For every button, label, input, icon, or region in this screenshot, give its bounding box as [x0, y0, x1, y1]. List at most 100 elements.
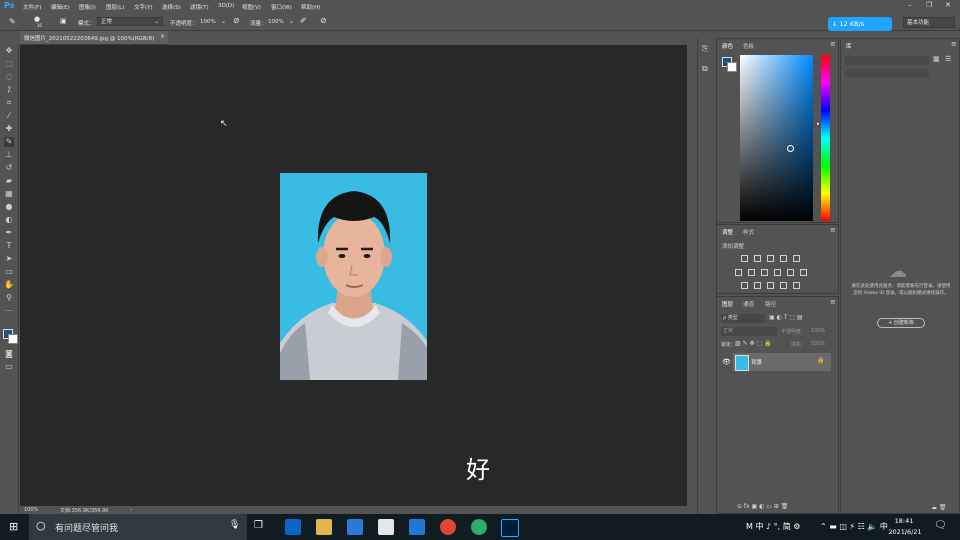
eraser-tool-icon[interactable]: ▰ — [4, 176, 14, 186]
tab-swatches[interactable]: 色板 — [743, 42, 754, 50]
quick-select-tool-icon[interactable]: ⁒ — [4, 85, 14, 95]
eye-icon[interactable]: 👁 — [722, 358, 731, 366]
lasso-tool-icon[interactable]: ◌ — [4, 72, 14, 82]
brush-preset-icon[interactable]: ● — [34, 15, 40, 23]
task-view-icon[interactable]: ❐ — [254, 520, 263, 531]
menu-image[interactable]: 图像(I) — [79, 3, 96, 11]
channel-mixer-icon[interactable] — [787, 269, 794, 276]
pressure-size-icon[interactable]: ⊘ — [320, 16, 327, 25]
menu-filter[interactable]: 滤镜(T) — [190, 3, 209, 11]
panel-menu-icon[interactable]: ≡ — [951, 40, 957, 48]
tab-styles[interactable]: 样式 — [743, 228, 754, 236]
edge-icon[interactable] — [285, 519, 301, 535]
create-library-button[interactable]: + 创建新库 — [877, 318, 925, 328]
document-tab[interactable]: 微信图片_20210522203649.jpg @ 100%(RGB/8) × — [20, 31, 168, 45]
grid-view-icon[interactable]: ▦ — [933, 55, 940, 63]
menu-edit[interactable]: 编辑(E) — [51, 3, 70, 11]
microphone-icon[interactable]: 🎙 — [229, 520, 240, 530]
photo-filter-icon[interactable] — [774, 269, 781, 276]
menu-layer[interactable]: 图层(L) — [106, 3, 124, 11]
file-explorer-icon[interactable] — [316, 519, 332, 535]
document-canvas[interactable]: ↖ — [20, 45, 687, 506]
panel-menu-icon[interactable]: ≡ — [830, 298, 836, 306]
layer-opacity-value[interactable]: 100% — [811, 328, 825, 334]
library-footer-icons[interactable]: ☁ 🗑 — [931, 504, 947, 511]
brush-panel-icon[interactable]: ▣ — [60, 17, 67, 25]
panel-menu-icon[interactable]: ≡ — [830, 40, 836, 48]
wechat-icon[interactable] — [471, 519, 487, 535]
status-menu-icon[interactable]: › — [130, 507, 132, 513]
hue-slider-handle[interactable]: ▸ — [817, 121, 820, 127]
chevron-down-icon[interactable]: ⌄ — [221, 18, 226, 25]
rectangle-tool-icon[interactable]: ▭ — [4, 267, 14, 277]
color-lookup-icon[interactable] — [800, 269, 807, 276]
menu-help[interactable]: 帮助(H) — [301, 3, 320, 11]
quick-mask-icon[interactable]: ◙ — [4, 349, 14, 359]
layer-row[interactable]: 背景 🔒 — [733, 353, 831, 371]
eyedropper-tool-icon[interactable]: ⁄ — [4, 111, 14, 121]
background-color-swatch[interactable] — [8, 334, 18, 344]
blur-tool-icon[interactable]: ● — [4, 202, 14, 212]
brush-tool-icon[interactable]: ✎ — [4, 137, 14, 147]
blend-mode-select[interactable]: 正常 — [721, 327, 777, 336]
color-field[interactable] — [740, 55, 813, 221]
notification-icon[interactable]: 🗨 — [934, 520, 947, 531]
hue-saturation-icon[interactable] — [735, 269, 742, 276]
opacity-value[interactable]: 100% — [200, 19, 216, 25]
system-tray-icons[interactable]: ⌃ ▬ ◫ ⚡ ☷ 🔈 中 — [820, 521, 888, 532]
tab-paths[interactable]: 路径 — [765, 300, 776, 308]
clock-date[interactable]: 2021/6/21 — [883, 528, 927, 536]
zoom-level[interactable]: 100% — [24, 507, 38, 513]
black-white-icon[interactable] — [761, 269, 768, 276]
list-view-icon[interactable]: ☰ — [945, 55, 951, 63]
more-tools-icon[interactable]: ⋯ — [4, 306, 14, 316]
path-select-tool-icon[interactable]: ➤ — [4, 254, 14, 264]
gradient-map-icon[interactable] — [793, 282, 800, 289]
color-balance-icon[interactable] — [748, 269, 755, 276]
move-tool-icon[interactable]: ✥ — [4, 46, 14, 56]
background-color-swatch[interactable] — [727, 62, 737, 72]
vibrance-icon[interactable] — [793, 255, 800, 262]
healing-brush-tool-icon[interactable]: ✚ — [4, 124, 14, 134]
invert-icon[interactable] — [741, 282, 748, 289]
menu-file[interactable]: 文件(F) — [23, 3, 41, 11]
panel-menu-icon[interactable]: ≡ — [830, 226, 836, 234]
history-brush-tool-icon[interactable]: ↺ — [4, 163, 14, 173]
library-select[interactable] — [845, 56, 929, 65]
menu-type[interactable]: 文字(Y) — [134, 3, 153, 11]
workspace-select[interactable]: 基本功能 — [903, 17, 955, 28]
ime-indicator[interactable]: M 中 ♪ °, 简 ⚙ — [746, 521, 800, 532]
flow-value[interactable]: 100% — [268, 19, 284, 25]
history-panel-icon[interactable]: ⎘ — [702, 44, 708, 54]
tab-adjustments[interactable]: 调整 — [722, 228, 733, 236]
clone-stamp-tool-icon[interactable]: ⊥ — [4, 150, 14, 160]
brush-tool-icon[interactable]: ✎ — [9, 17, 16, 26]
close-icon[interactable]: ✕ — [945, 1, 951, 9]
threshold-icon[interactable] — [767, 282, 774, 289]
hand-tool-icon[interactable]: ✋ — [4, 280, 14, 290]
selective-color-icon[interactable] — [780, 282, 787, 289]
marquee-tool-icon[interactable]: ⬚ — [4, 59, 14, 69]
chevron-down-icon[interactable]: ⌄ — [289, 18, 294, 25]
tab-layers[interactable]: 图层 — [722, 300, 733, 308]
chrome-icon[interactable] — [440, 519, 456, 535]
zoom-tool-icon[interactable]: ⚲ — [4, 293, 14, 303]
close-icon[interactable]: × — [160, 33, 165, 40]
color-picker-handle[interactable] — [787, 145, 794, 152]
pressure-opacity-icon[interactable]: ⊘ — [233, 16, 240, 25]
app-star-icon[interactable] — [409, 519, 425, 535]
fill-value[interactable]: 100% — [811, 341, 825, 347]
minimize-icon[interactable]: – — [908, 1, 912, 9]
screen-mode-icon[interactable]: ▭ — [4, 362, 14, 372]
type-tool-icon[interactable]: T — [4, 241, 14, 251]
tab-channels[interactable]: 通道 — [743, 300, 754, 308]
hue-slider[interactable] — [821, 55, 830, 221]
menu-select[interactable]: 选择(S) — [162, 3, 181, 11]
gradient-tool-icon[interactable]: ▦ — [4, 189, 14, 199]
mail-icon[interactable] — [378, 519, 394, 535]
tab-color[interactable]: 颜色 — [722, 42, 733, 50]
menu-3d[interactable]: 3D(D) — [218, 3, 234, 9]
curves-icon[interactable] — [767, 255, 774, 262]
library-search-input[interactable] — [845, 69, 929, 78]
clock-time[interactable]: 18:41 — [890, 517, 918, 525]
